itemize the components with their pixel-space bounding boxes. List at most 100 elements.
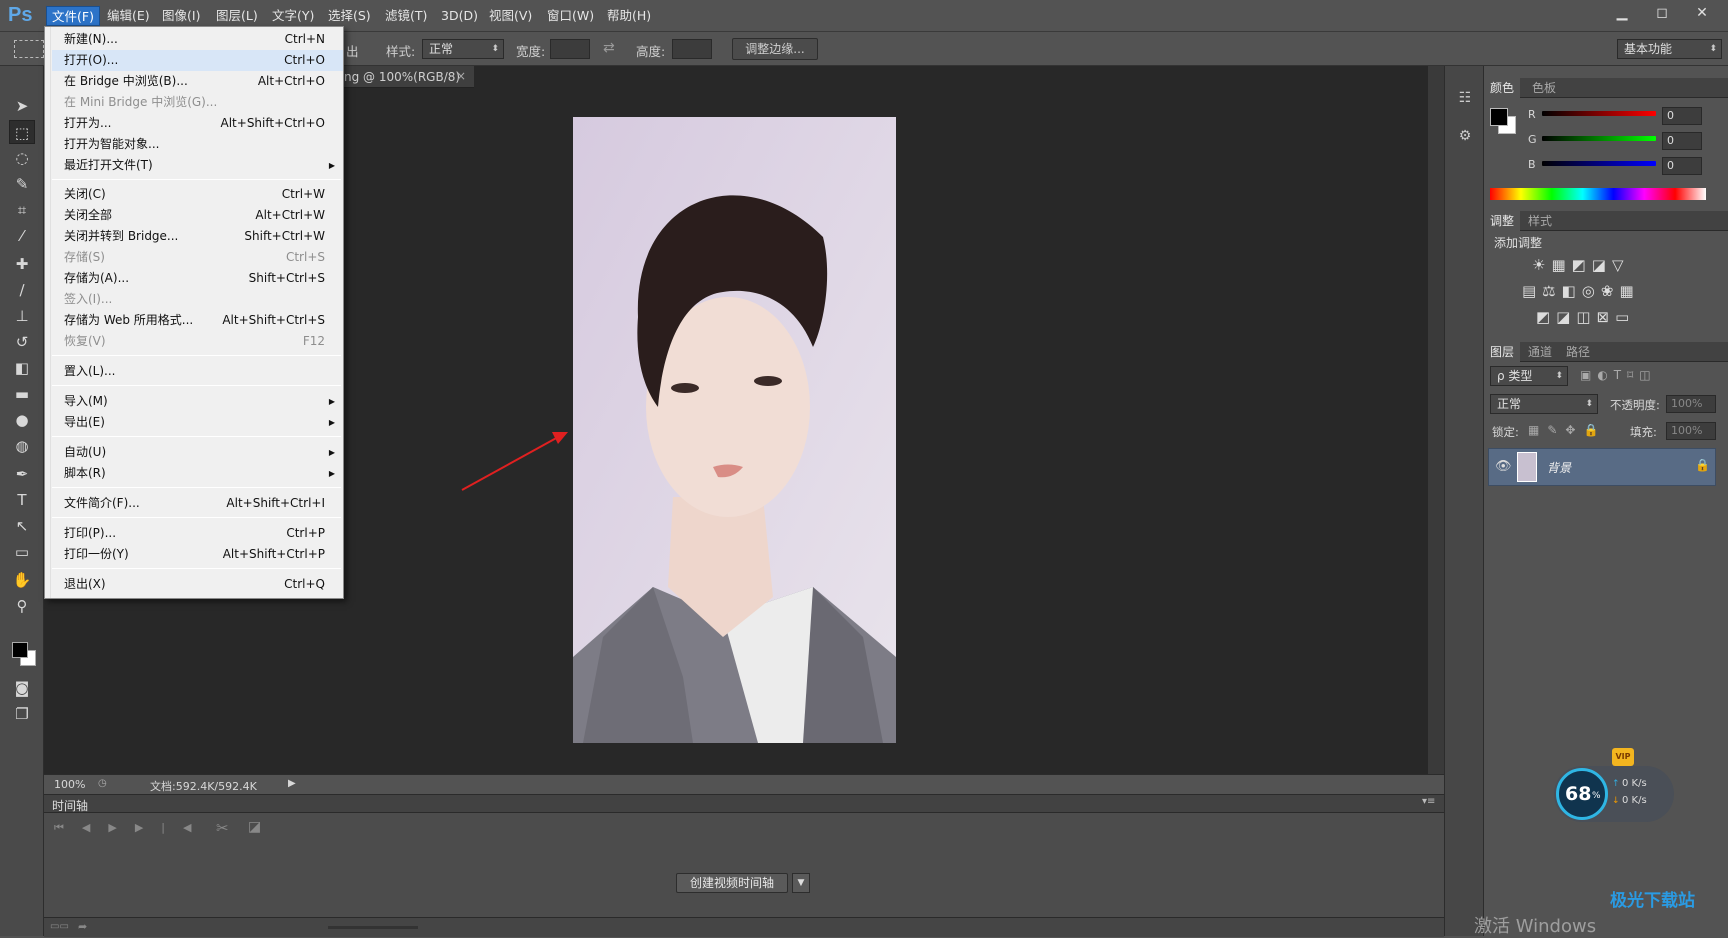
color-spectrum[interactable]	[1490, 188, 1706, 200]
menu-image[interactable]: 图像(I)	[157, 6, 205, 26]
lock-icons[interactable]: ▦✎✥🔒	[1528, 423, 1606, 437]
marquee-preset-icon[interactable]	[14, 40, 44, 58]
layer-row-background[interactable]: 👁 背景 🔒	[1488, 448, 1716, 486]
menu-type[interactable]: 文字(Y)	[267, 6, 319, 26]
playback-controls[interactable]: ⏮◀▶▶|◀	[54, 821, 209, 835]
zoom-tool-icon[interactable]: ⚲	[9, 594, 35, 618]
history-brush-icon[interactable]: ↺	[9, 330, 35, 354]
menu-item-open-as[interactable]: 打开为... Alt+Shift+Ctrl+O	[52, 113, 343, 134]
menu-window[interactable]: 窗口(W)	[542, 6, 599, 26]
menu-item-file-info[interactable]: 文件简介(F)... Alt+Shift+Ctrl+I	[52, 493, 343, 514]
menu-3d[interactable]: 3D(D)	[436, 6, 483, 26]
type-tool-icon[interactable]: T	[9, 488, 35, 512]
minimize-button[interactable]: ▁	[1604, 2, 1640, 24]
restore-button[interactable]: ◻	[1644, 2, 1680, 24]
g-slider[interactable]	[1542, 136, 1656, 141]
adjustment-icons-row2[interactable]: ▤⚖◧◎❀▦	[1522, 282, 1640, 300]
b-slider[interactable]	[1542, 161, 1656, 166]
menu-item-place[interactable]: 置入(L)...	[52, 361, 343, 382]
menu-filter[interactable]: 滤镜(T)	[380, 6, 432, 26]
menu-item-save-for-web[interactable]: 存储为 Web 所用格式... Alt+Shift+Ctrl+S	[52, 310, 343, 331]
fg-color-swatch[interactable]	[1490, 108, 1508, 126]
menu-item-browse-bridge[interactable]: 在 Bridge 中浏览(B)... Alt+Ctrl+O	[52, 71, 343, 92]
crop-tool-icon[interactable]: ⌗	[9, 198, 35, 222]
healing-brush-icon[interactable]: ✚	[9, 252, 35, 276]
hand-tool-icon[interactable]: ✋	[9, 568, 35, 592]
menu-select[interactable]: 选择(S)	[323, 6, 376, 26]
zoom-level[interactable]: 100%	[54, 778, 85, 791]
tab-channels[interactable]: 通道	[1522, 342, 1558, 362]
fill-value[interactable]: 100%	[1666, 422, 1716, 440]
tab-adjustments[interactable]: 调整	[1484, 211, 1521, 231]
opacity-value[interactable]: 100%	[1666, 395, 1716, 413]
status-arrow-icon[interactable]: ▶	[288, 778, 296, 789]
eraser-icon[interactable]: ◧	[9, 356, 35, 380]
menu-item-print-one[interactable]: 打印一份(Y) Alt+Shift+Ctrl+P	[52, 544, 343, 565]
adjustment-icons-row1[interactable]: ☀▦◩◪▽	[1532, 256, 1630, 274]
b-value[interactable]: 0	[1662, 157, 1702, 175]
menu-view[interactable]: 视图(V)	[484, 6, 537, 26]
properties-panel-icon[interactable]: ⚙	[1455, 128, 1475, 148]
menu-item-revert[interactable]: 恢复(V) F12	[52, 331, 343, 352]
history-panel-icon[interactable]: ☷	[1455, 90, 1475, 110]
tab-paths[interactable]: 路径	[1560, 342, 1596, 362]
menu-item-close[interactable]: 关闭(C) Ctrl+W	[52, 184, 343, 205]
timeline-frames-icon[interactable]: ▭▭	[50, 921, 69, 932]
eyedropper-icon[interactable]: ⁄	[9, 224, 35, 248]
layer-name[interactable]: 背景	[1547, 459, 1571, 476]
swap-icon[interactable]: ⇄	[603, 40, 615, 56]
menu-item-check-in[interactable]: 签入(I)...	[52, 289, 343, 310]
tab-layers[interactable]: 图层	[1484, 342, 1521, 362]
close-window-button[interactable]: ✕	[1684, 2, 1720, 24]
gradient-icon[interactable]: ▬	[9, 382, 35, 406]
blend-mode-select[interactable]: 正常 ⬍	[1490, 394, 1598, 414]
menu-item-exit[interactable]: 退出(X) Ctrl+Q	[52, 574, 343, 595]
menu-item-new[interactable]: 新建(N)... Ctrl+N	[52, 29, 343, 50]
menu-item-print[interactable]: 打印(P)... Ctrl+P	[52, 523, 343, 544]
canvas-scrollbar[interactable]	[1428, 66, 1444, 774]
layer-filter-select[interactable]: ρ 类型 ⬍	[1490, 366, 1568, 386]
status-info-icon[interactable]: ◷	[98, 778, 107, 789]
refine-edge-button[interactable]: 调整边缘...	[732, 38, 818, 60]
menu-help[interactable]: 帮助(H)	[602, 6, 656, 26]
tab-styles[interactable]: 样式	[1522, 211, 1558, 231]
menu-item-open[interactable]: 打开(O)... Ctrl+O	[52, 50, 343, 71]
g-value[interactable]: 0	[1662, 132, 1702, 150]
render-icon[interactable]: ➦	[78, 920, 87, 933]
path-select-icon[interactable]: ↖	[9, 514, 35, 538]
dodge-icon[interactable]: ◍	[9, 434, 35, 458]
menu-item-scripts[interactable]: 脚本(R) ▶	[52, 463, 343, 484]
tab-color[interactable]: 颜色	[1484, 78, 1521, 98]
menu-file[interactable]: 文件(F)	[46, 6, 100, 26]
quick-select-icon[interactable]: ✎	[9, 172, 35, 196]
move-tool-icon[interactable]: ➤	[9, 94, 35, 118]
panel-menu-icon[interactable]: ▾≡	[1422, 796, 1435, 807]
menu-item-save[interactable]: 存储(S) Ctrl+S	[52, 247, 343, 268]
menu-item-close-all[interactable]: 关闭全部 Alt+Ctrl+W	[52, 205, 343, 226]
menu-layer[interactable]: 图层(L)	[211, 6, 263, 26]
menu-item-import[interactable]: 导入(M) ▶	[52, 391, 343, 412]
width-input[interactable]	[550, 39, 590, 59]
transition-icon[interactable]: ◪	[248, 819, 261, 835]
menu-item-open-smart-object[interactable]: 打开为智能对象...	[52, 134, 343, 155]
adjustment-icons-row3[interactable]: ◩◪◫⊠▭	[1536, 308, 1635, 326]
network-widget[interactable]: 68 % ↑ 0 K/s ↓ 0 K/s	[1554, 766, 1674, 822]
height-input[interactable]	[672, 39, 712, 59]
scissors-icon[interactable]: ✂	[216, 819, 229, 837]
menu-item-close-go-bridge[interactable]: 关闭并转到 Bridge... Shift+Ctrl+W	[52, 226, 343, 247]
clone-stamp-icon[interactable]: ⊥	[9, 304, 35, 328]
shape-tool-icon[interactable]: ▭	[9, 540, 35, 564]
eye-icon[interactable]: 👁	[1495, 459, 1512, 474]
quick-mask-icon[interactable]: ◙	[9, 676, 35, 700]
lasso-tool-icon[interactable]: ◌	[9, 146, 35, 170]
menu-item-recent-files[interactable]: 最近打开文件(T) ▶	[52, 155, 343, 176]
r-slider[interactable]	[1542, 111, 1656, 116]
workspace-select[interactable]: 基本功能 ⬍	[1617, 39, 1722, 59]
layer-filter-icons[interactable]: ▣◐T⌑◫	[1580, 368, 1657, 382]
r-value[interactable]: 0	[1662, 107, 1702, 125]
chevron-down-icon[interactable]: ▼	[792, 873, 810, 893]
menu-edit[interactable]: 编辑(E)	[102, 6, 155, 26]
close-tab-icon[interactable]: ×	[456, 69, 466, 83]
blur-icon[interactable]: ●	[9, 408, 35, 432]
foreground-color[interactable]	[12, 642, 28, 658]
